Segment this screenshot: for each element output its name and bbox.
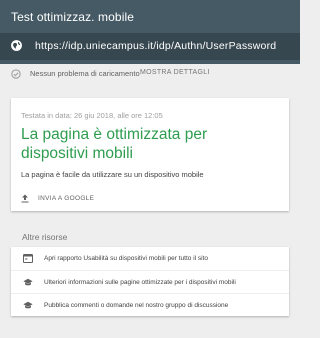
list-item-label: Ulteriori informazioni sulle pagine otti… <box>44 279 236 286</box>
result-card: Testata in data: 26 giu 2018, alle ore 1… <box>11 98 289 211</box>
list-item[interactable]: Apri rapporto Usabilità su dispositivi m… <box>11 247 289 270</box>
check-circle-icon <box>11 69 21 79</box>
submit-to-google-label: INVIA A GOOGLE <box>38 195 95 202</box>
app-title: Test ottimizzaz. mobile <box>11 10 135 24</box>
report-icon <box>23 254 33 263</box>
list-item-label: Apri rapporto Usabilità su dispositivi m… <box>44 255 209 262</box>
show-details-link[interactable]: MOSTRA DETTAGLI <box>140 69 210 76</box>
school-icon <box>23 278 33 286</box>
list-item[interactable]: Pubblica commenti o domande nel nostro g… <box>11 293 289 317</box>
status-message: Nessun problema di caricamento <box>30 69 140 78</box>
result-subtitle: La pagina è facile da utilizzare su un d… <box>21 170 204 179</box>
upload-icon <box>21 194 29 203</box>
result-headline: La pagina è ottimizzata per dispositivi … <box>21 126 208 162</box>
status-bar: Nessun problema di caricamento MOSTRA DE… <box>0 64 300 84</box>
app-header: Test ottimizzaz. mobile https://idp.unie… <box>0 0 300 64</box>
list-item[interactable]: Ulteriori informazioni sulle pagine otti… <box>11 270 289 294</box>
test-timestamp: Testata in data: 26 giu 2018, alle ore 1… <box>21 111 163 120</box>
page-url: https://idp.uniecampus.it/idp/Authn/User… <box>35 40 277 52</box>
resources-list: Apri rapporto Usabilità su dispositivi m… <box>11 247 289 316</box>
list-item-label: Pubblica commenti o domande nel nostro g… <box>44 302 229 309</box>
school-icon <box>23 301 33 309</box>
globe-icon <box>11 40 22 51</box>
other-resources-title: Altre risorse <box>22 232 68 242</box>
url-bar[interactable]: https://idp.uniecampus.it/idp/Authn/User… <box>0 33 300 60</box>
